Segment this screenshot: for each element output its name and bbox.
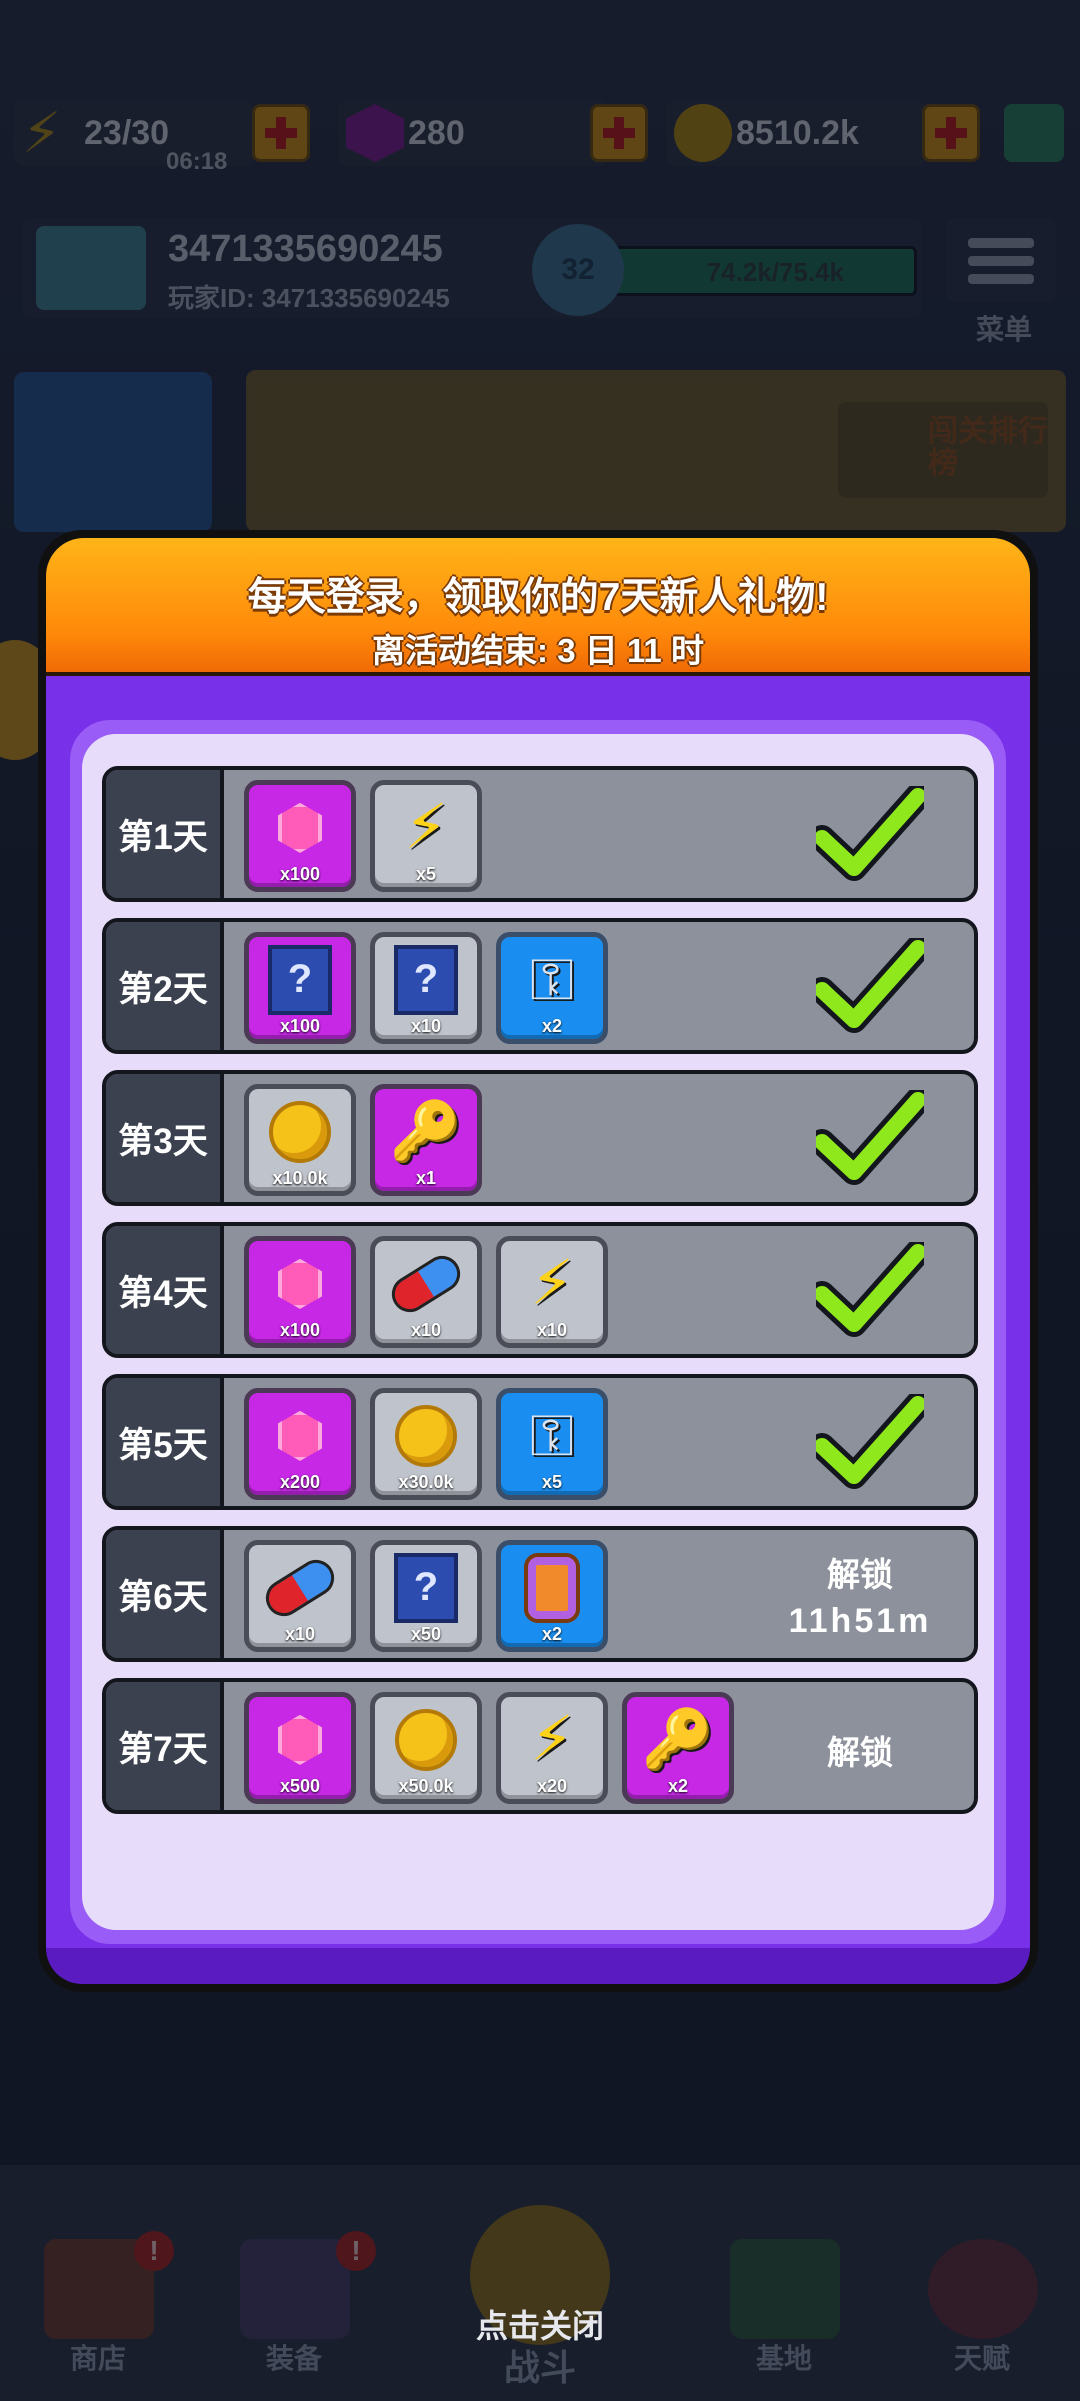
nav-shop-label: 商店 — [69, 2343, 126, 2374]
energy-timer: 06:18 — [166, 148, 228, 175]
coin-icon — [674, 104, 732, 162]
equipment-alert-badge: ! — [336, 2231, 376, 2271]
modal-inner-panel — [70, 720, 1006, 1944]
nav-shop[interactable]: ! 商店 — [0, 2165, 196, 2401]
tap-to-close-area[interactable]: 点击关闭 — [400, 2145, 680, 2401]
xp-value: 74.2k/75.4k — [706, 257, 844, 287]
nav-equipment-label: 装备 — [265, 2343, 322, 2374]
add-gems-button[interactable] — [590, 104, 648, 162]
gem-counter: 280 — [338, 100, 608, 166]
talent-heart-icon — [928, 2239, 1038, 2339]
energy-bolt-icon: ⚡ — [22, 101, 62, 164]
hamburger-icon — [968, 238, 1034, 248]
add-coins-button[interactable] — [922, 104, 980, 162]
nav-base[interactable]: 基地 — [686, 2165, 882, 2401]
level-badge: 32 — [532, 224, 624, 316]
leaderboard-tag[interactable]: 闯关排行榜 — [838, 402, 1048, 498]
player-name: 3471335690245 — [168, 228, 443, 270]
player-profile-card[interactable]: 3471335690245 玩家ID: 3471335690245 74.2k/… — [22, 218, 922, 318]
coin-value: 8510.2k — [736, 113, 859, 152]
equipment-icon — [240, 2239, 350, 2339]
shield-icon[interactable] — [1004, 104, 1064, 162]
gem-icon — [346, 104, 404, 162]
gem-value: 280 — [408, 113, 465, 152]
nav-talent-label: 天赋 — [953, 2343, 1010, 2374]
add-energy-button[interactable] — [252, 104, 310, 162]
player-id: 玩家ID: 3471335690245 — [168, 283, 450, 313]
tap-to-close-hint: 点击关闭 — [475, 2308, 604, 2344]
energy-value: 23/30 — [84, 113, 170, 152]
xp-progress-bar: 74.2k/75.4k — [612, 246, 917, 296]
event-banner[interactable]: 闯关排行榜 — [246, 370, 1066, 532]
modal-title: 每天登录，领取你的7天新人礼物! — [247, 576, 829, 619]
modal-body — [46, 676, 1030, 1984]
base-icon — [730, 2239, 840, 2339]
shop-alert-badge: ! — [134, 2231, 174, 2271]
mail-button[interactable] — [14, 372, 212, 532]
coin-counter: 8510.2k — [666, 100, 926, 166]
nav-equipment[interactable]: ! 装备 — [196, 2165, 392, 2401]
reward-list-panel — [82, 734, 994, 1930]
seven-day-login-modal: 每天登录，领取你的7天新人礼物! 离活动结束: 3 日 11 时 — [38, 530, 1038, 1992]
nav-base-label: 基地 — [755, 2343, 812, 2374]
nav-talent[interactable]: 天赋 — [884, 2165, 1080, 2401]
modal-header: 每天登录，领取你的7天新人礼物! 离活动结束: 3 日 11 时 — [46, 538, 1030, 678]
avatar[interactable] — [36, 226, 146, 310]
menu-label: 菜单 — [976, 314, 1033, 345]
event-countdown: 离活动结束: 3 日 11 时 — [372, 632, 704, 669]
menu-button[interactable] — [946, 218, 1056, 302]
